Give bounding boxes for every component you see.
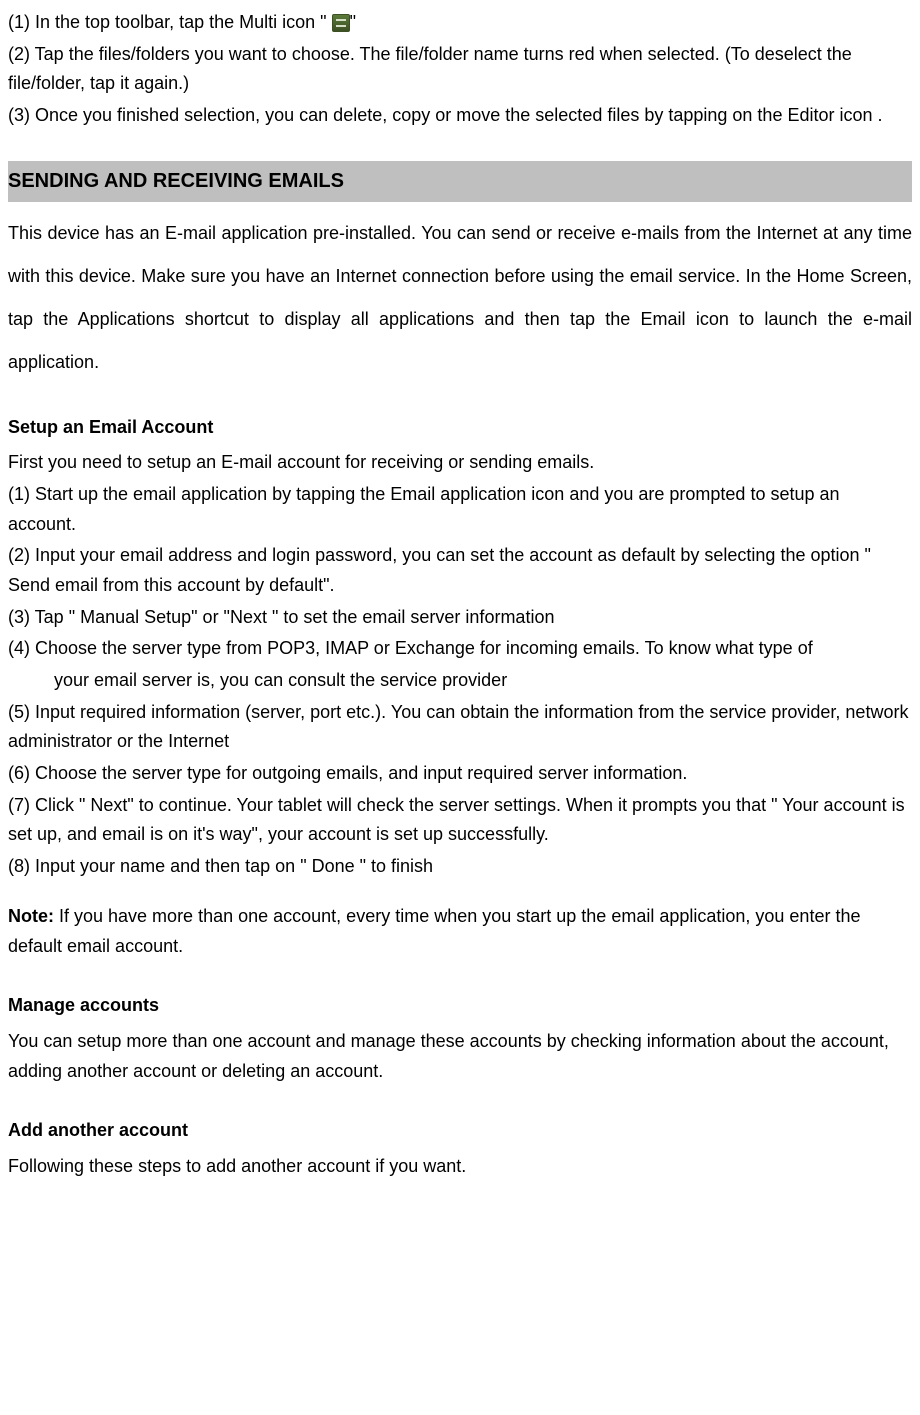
top-step-1-prefix: (1) In the top toolbar, tap the Multi ic…: [8, 12, 332, 32]
add-account-heading: Add another account: [8, 1116, 912, 1146]
top-step-1: (1) In the top toolbar, tap the Multi ic…: [8, 8, 912, 38]
setup-step-3: (3) Tap " Manual Setup" or "Next " to se…: [8, 603, 912, 633]
setup-step-8: (8) Input your name and then tap on " Do…: [8, 852, 912, 882]
setup-intro-text: First you need to setup an E-mail accoun…: [8, 448, 912, 478]
note-paragraph: Note: If you have more than one account,…: [8, 902, 912, 961]
setup-step-6: (6) Choose the server type for outgoing …: [8, 759, 912, 789]
setup-step-4-line1: (4) Choose the server type from POP3, IM…: [8, 634, 912, 664]
setup-step-4-line2: your email server is, you can consult th…: [8, 666, 912, 696]
top-numbered-list: (1) In the top toolbar, tap the Multi ic…: [8, 8, 912, 131]
email-intro-paragraph: This device has an E-mail application pr…: [8, 212, 912, 385]
top-step-2: (2) Tap the files/folders you want to ch…: [8, 40, 912, 99]
top-step-1-suffix: ": [350, 12, 356, 32]
setup-step-2: (2) Input your email address and login p…: [8, 541, 912, 600]
setup-step-1: (1) Start up the email application by ta…: [8, 480, 912, 539]
add-account-text: Following these steps to add another acc…: [8, 1152, 912, 1182]
manage-accounts-text: You can setup more than one account and …: [8, 1027, 912, 1086]
setup-step-7: (7) Click " Next" to continue. Your tabl…: [8, 791, 912, 850]
note-label: Note:: [8, 906, 54, 926]
setup-steps-list: (1) Start up the email application by ta…: [8, 480, 912, 882]
section-header-emails: SENDING AND RECEIVING EMAILS: [8, 161, 912, 202]
manage-accounts-heading: Manage accounts: [8, 991, 912, 1021]
setup-account-heading: Setup an Email Account: [8, 413, 912, 443]
note-text: If you have more than one account, every…: [8, 906, 860, 956]
setup-step-5: (5) Input required information (server, …: [8, 698, 912, 757]
top-step-3: (3) Once you finished selection, you can…: [8, 101, 912, 131]
multi-icon: [332, 14, 350, 32]
